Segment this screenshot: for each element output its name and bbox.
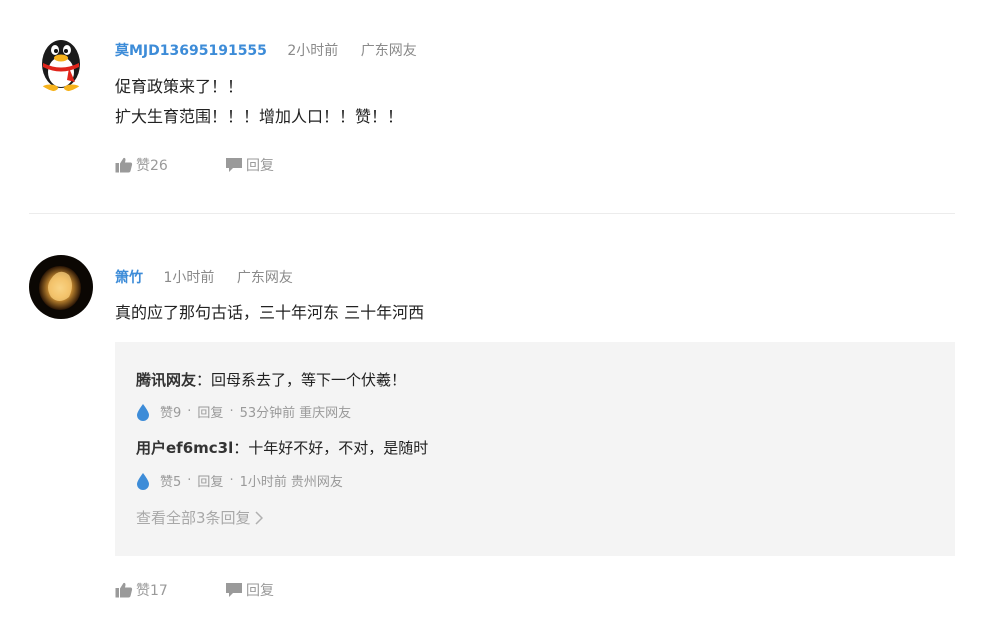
comment-bubble-icon	[226, 583, 242, 597]
thumbs-up-icon	[115, 582, 133, 598]
comment-time: 2小时前	[287, 43, 339, 59]
comment-text-line: 促育政策来了！！	[115, 77, 244, 96]
comment-location: 广东网友	[236, 270, 293, 286]
comment-divider	[29, 213, 955, 214]
comment-username[interactable]: 莫MJD13695191555	[115, 43, 267, 59]
view-all-label: 查看全部3条回复	[136, 509, 251, 527]
avatar[interactable]	[29, 28, 93, 92]
penguin-icon	[29, 28, 93, 92]
reply-like-count[interactable]: 赞5	[160, 471, 181, 490]
separator-dot: ·	[187, 404, 192, 419]
thumbs-up-icon	[115, 157, 133, 173]
reply-text: ：十年好不好，不对，是随时	[233, 439, 429, 457]
reply-text: ：回母系去了，等下一个伏羲！	[196, 371, 407, 389]
reply-reply-button[interactable]: 回复	[197, 402, 223, 421]
reply-button[interactable]: 回复	[225, 580, 274, 600]
reply-item: 用户ef6mc3l：十年好不好，不对，是随时	[136, 437, 428, 458]
reply-like-count[interactable]: 赞9	[160, 402, 181, 421]
like-button[interactable]: 赞26	[115, 155, 225, 175]
comment-location: 广东网友	[360, 43, 417, 59]
view-all-replies-link[interactable]: 查看全部3条回复	[136, 507, 263, 528]
comment-time: 1小时前	[163, 270, 215, 286]
separator-dot: ·	[187, 473, 192, 488]
avatar[interactable]	[29, 255, 93, 319]
reply-username[interactable]: 用户ef6mc3l	[136, 439, 233, 457]
comment-text-line: 真的应了那句古话，三十年河东 三十年河西	[115, 303, 425, 322]
comment-bubble-icon	[226, 158, 242, 172]
separator-dot: ·	[229, 404, 234, 419]
like-button[interactable]: 赞17	[115, 580, 225, 600]
reply-reply-button[interactable]: 回复	[197, 471, 223, 490]
comment-text-line: 扩大生育范围！！！增加人口！！赞！！	[115, 107, 404, 126]
lamp-photo-icon	[29, 255, 93, 319]
reply-button[interactable]: 回复	[225, 155, 274, 175]
reply-time: 53分钟前	[239, 406, 296, 421]
comment-username[interactable]: 箫竹	[115, 270, 143, 286]
reply-label: 回复	[246, 583, 274, 599]
like-count: 赞26	[136, 158, 168, 174]
replies-panel: 腾讯网友：回母系去了，等下一个伏羲！ 赞9 · 回复 · 53分钟前 重庆网友 …	[115, 342, 955, 556]
reply-location: 重庆网友	[299, 406, 352, 421]
reply-username[interactable]: 腾讯网友	[136, 371, 196, 389]
chevron-right-icon	[255, 510, 263, 525]
reply-time: 1小时前	[239, 475, 287, 490]
water-drop-icon[interactable]	[136, 403, 150, 421]
water-drop-icon[interactable]	[136, 472, 150, 490]
reply-item: 腾讯网友：回母系去了，等下一个伏羲！	[136, 369, 406, 390]
separator-dot: ·	[229, 473, 234, 488]
reply-label: 回复	[246, 158, 274, 174]
like-count: 赞17	[136, 583, 168, 599]
reply-location: 贵州网友	[290, 475, 343, 490]
